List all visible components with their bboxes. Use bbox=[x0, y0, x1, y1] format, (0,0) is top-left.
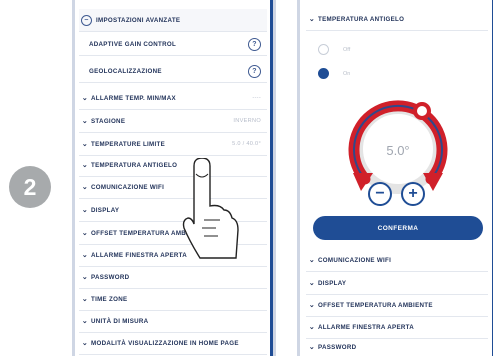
scrollbar[interactable] bbox=[270, 0, 273, 356]
antifreeze-detail-screen: ⌄ TEMPERATURA ANTIGELO Off On 5.0° − + C… bbox=[297, 0, 493, 356]
dial-value: 5.0° bbox=[386, 143, 409, 158]
chevron-down-icon: ⌄ bbox=[308, 324, 316, 331]
temperature-dial[interactable]: 5.0° bbox=[339, 91, 457, 211]
setting-label: OFFSET TEMPERATURA AMBIENTE bbox=[91, 229, 206, 237]
option-off[interactable]: Off bbox=[318, 44, 350, 55]
info-icon[interactable]: ? bbox=[248, 64, 261, 78]
chevron-down-icon: ⌄ bbox=[308, 344, 316, 351]
info-icon[interactable]: ? bbox=[248, 37, 261, 51]
collapse-icon: − bbox=[81, 14, 92, 26]
setting-value: ---- bbox=[252, 95, 261, 101]
chevron-down-icon: ⌄ bbox=[81, 318, 89, 325]
setting-label: STAGIONE bbox=[91, 117, 126, 125]
setting-label: TEMPERATURA ANTIGELO bbox=[91, 161, 178, 169]
dial-knob[interactable] bbox=[413, 102, 431, 120]
setting-label: COMUNICAZIONE WIFI bbox=[91, 183, 165, 191]
setting-label: OFFSET TEMPERATURA AMBIENTE bbox=[318, 301, 433, 309]
chevron-down-icon: ⌄ bbox=[81, 184, 89, 191]
setting-item-wifi[interactable]: ⌄ COMUNICAZIONE WIFI bbox=[306, 249, 488, 272]
setting-label: COMUNICAZIONE WIFI bbox=[318, 256, 392, 264]
setting-label: TEMPERATURE LIMITE bbox=[91, 140, 166, 148]
setting-item-offset[interactable]: ⌄ OFFSET TEMPERATURA AMBIENTE bbox=[306, 294, 488, 317]
section-title: TEMPERATURA ANTIGELO bbox=[318, 15, 405, 23]
chevron-down-icon: ⌄ bbox=[81, 252, 89, 259]
advanced-settings-header[interactable]: − IMPOSTAZIONI AVANZATE bbox=[79, 9, 267, 32]
confirm-button[interactable]: CONFERMA bbox=[313, 216, 483, 240]
option-on[interactable]: On bbox=[318, 68, 350, 79]
adaptive-gain-control-label: ADAPTIVE GAIN CONTROL bbox=[89, 40, 177, 48]
chevron-down-icon: ⌄ bbox=[81, 274, 89, 281]
setting-label: PASSWORD bbox=[91, 273, 130, 281]
geolocation-item[interactable]: GEOLOCALIZZAZIONE ? bbox=[79, 60, 267, 83]
setting-value: Inverno bbox=[233, 118, 261, 124]
tap-hand-icon bbox=[182, 158, 239, 259]
chevron-down-icon: ⌄ bbox=[81, 162, 89, 169]
chevron-down-icon: ⌄ bbox=[308, 16, 316, 23]
chevron-down-icon: ⌄ bbox=[81, 141, 89, 148]
setting-item-temp-limits[interactable]: ⌄ TEMPERATURE LIMITE 5.0 / 40.0° bbox=[79, 133, 267, 156]
setting-label: PASSWORD bbox=[318, 343, 357, 351]
setting-label: MODALITÀ VISUALIZZAZIONE IN HOME PAGE bbox=[91, 339, 239, 347]
setting-item-home-view[interactable]: ⌄ MODALITÀ VISUALIZZAZIONE IN HOME PAGE bbox=[79, 332, 267, 355]
setting-item-season[interactable]: ⌄ STAGIONE Inverno bbox=[79, 110, 267, 133]
chevron-down-icon: ⌄ bbox=[308, 280, 316, 287]
setting-item-temp-alarm[interactable]: ⌄ ALLARME TEMP. MIN/MAX ---- bbox=[79, 87, 267, 110]
decrease-button[interactable]: − bbox=[368, 182, 392, 206]
chevron-down-icon: ⌄ bbox=[81, 118, 89, 125]
antifreeze-section-header[interactable]: ⌄ TEMPERATURA ANTIGELO bbox=[306, 8, 488, 31]
setting-label: ALLARME FINESTRA APERTA bbox=[91, 251, 188, 259]
setting-label: DISPLAY bbox=[318, 279, 347, 287]
increase-button[interactable]: + bbox=[401, 182, 425, 206]
chevron-down-icon: ⌄ bbox=[81, 95, 89, 102]
chevron-down-icon: ⌄ bbox=[81, 207, 89, 214]
option-off-label: Off bbox=[343, 46, 351, 53]
setting-label: DISPLAY bbox=[91, 206, 120, 214]
setting-item-display[interactable]: ⌄ DISPLAY bbox=[306, 272, 488, 295]
setting-label: TIME ZONE bbox=[91, 295, 128, 303]
setting-item-password[interactable]: ⌄ PASSWORD bbox=[79, 266, 267, 289]
setting-item-timezone[interactable]: ⌄ TIME ZONE bbox=[79, 288, 267, 311]
option-on-label: On bbox=[343, 70, 351, 77]
radio-on[interactable] bbox=[318, 68, 329, 79]
chevron-down-icon: ⌄ bbox=[308, 302, 316, 309]
chevron-down-icon: ⌄ bbox=[81, 340, 89, 347]
setting-item-password[interactable]: ⌄ PASSWORD bbox=[306, 336, 488, 356]
chevron-down-icon: ⌄ bbox=[81, 230, 89, 237]
geolocation-label: GEOLOCALIZZAZIONE bbox=[89, 67, 162, 75]
adaptive-gain-control-item[interactable]: ADAPTIVE GAIN CONTROL ? bbox=[79, 33, 267, 56]
setting-label: ALLARME FINESTRA APERTA bbox=[318, 323, 415, 331]
setting-value: 5.0 / 40.0° bbox=[232, 141, 261, 147]
setting-label: ALLARME TEMP. MIN/MAX bbox=[91, 94, 176, 102]
step-number-badge: 2 bbox=[9, 166, 51, 208]
chevron-down-icon: ⌄ bbox=[308, 257, 316, 264]
advanced-settings-label: IMPOSTAZIONI AVANZATE bbox=[96, 16, 181, 24]
setting-label: UNITÀ DI MISURA bbox=[91, 317, 149, 325]
settings-list-screen: − IMPOSTAZIONI AVANZATE ADAPTIVE GAIN CO… bbox=[72, 0, 276, 356]
chevron-down-icon: ⌄ bbox=[81, 296, 89, 303]
setting-item-units[interactable]: ⌄ UNITÀ DI MISURA bbox=[79, 310, 267, 333]
radio-off[interactable] bbox=[318, 44, 329, 55]
